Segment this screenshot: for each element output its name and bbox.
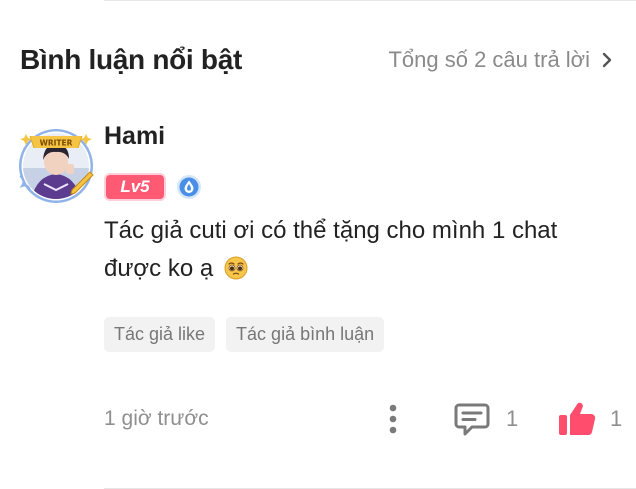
tag-author-like[interactable]: Tác giả like	[104, 317, 216, 352]
thumbs-up-icon	[559, 402, 596, 436]
user-avatar[interactable]: WRITER	[16, 124, 96, 204]
section-header: Bình luận nổi bật Tổng số 2 câu trả lời	[20, 38, 616, 82]
comment-icon	[454, 403, 490, 436]
reply-button[interactable]: 1	[454, 398, 518, 440]
total-replies-link[interactable]: Tổng số 2 câu trả lời	[388, 47, 616, 73]
chevron-right-icon	[602, 52, 612, 68]
comment-time: 1 giờ trước	[104, 407, 209, 430]
level-badge: Lv5	[104, 173, 166, 201]
comment-text-block: Tác giả cuti ơi có thể tặng cho mình 1 c…	[104, 212, 604, 288]
section-title: Bình luận nổi bật	[20, 44, 242, 75]
user-badges: Lv5	[104, 173, 202, 201]
like-count: 1	[610, 406, 623, 431]
author-tags: Tác giả like Tác giả bình luận	[104, 317, 385, 352]
reply-count: 1	[506, 406, 519, 431]
top-divider	[104, 0, 636, 1]
comment-text: Tác giả cuti ơi có thể tặng cho mình 1 c…	[104, 217, 558, 282]
comment-footer: 1 giờ trước 1 1	[104, 398, 622, 440]
water-drop-badge-icon	[177, 175, 201, 199]
tag-author-comment[interactable]: Tác giả bình luận	[226, 317, 385, 352]
like-button[interactable]: 1	[558, 398, 622, 440]
username[interactable]: Hami	[104, 122, 165, 151]
more-options-icon[interactable]	[386, 402, 400, 436]
total-replies-label: Tổng số 2 câu trả lời	[388, 47, 590, 72]
pleading-face-emoji-icon	[224, 256, 248, 280]
svg-text:WRITER: WRITER	[40, 139, 73, 148]
